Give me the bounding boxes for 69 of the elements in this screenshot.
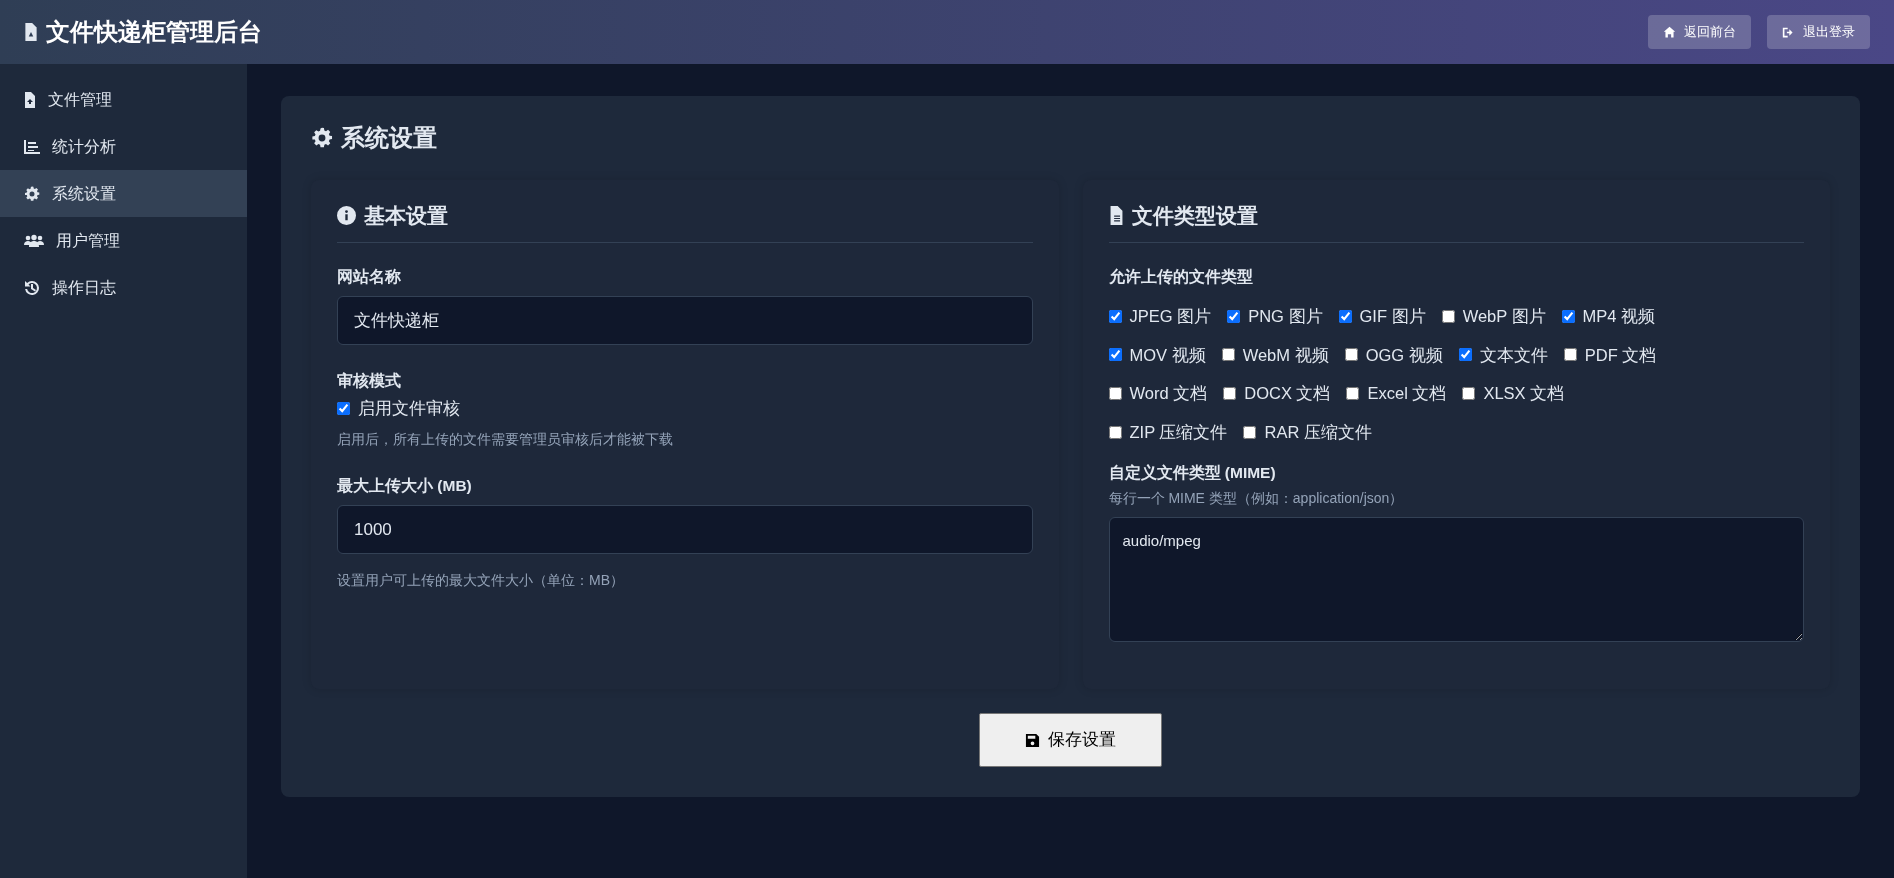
checkbox[interactable] bbox=[1108, 425, 1122, 439]
checkbox[interactable] bbox=[1563, 348, 1577, 362]
checkbox-label: GIF 图片 bbox=[1359, 305, 1426, 327]
checkbox-label: WebM 视频 bbox=[1242, 344, 1329, 366]
section-title: 文件类型设置 bbox=[1131, 203, 1258, 229]
checkbox-label: MP4 视频 bbox=[1582, 305, 1656, 327]
checkbox-label: WebP 图片 bbox=[1462, 305, 1546, 327]
app-title: 文件快递柜管理后台 bbox=[46, 17, 262, 47]
checkbox-label: 启用文件审核 bbox=[358, 398, 460, 419]
checkbox[interactable] bbox=[1223, 387, 1237, 401]
settings-icon bbox=[311, 127, 333, 149]
checkbox[interactable] bbox=[1108, 348, 1122, 362]
checkbox-label: MOV 视频 bbox=[1129, 344, 1206, 366]
page-title: 系统设置 bbox=[341, 123, 437, 153]
checkbox-label: Word 文档 bbox=[1129, 383, 1208, 405]
checkbox-label: Excel 文档 bbox=[1367, 383, 1447, 405]
checkbox[interactable] bbox=[1243, 425, 1257, 439]
mime-types-field[interactable]: audio/mpeg bbox=[1108, 517, 1804, 642]
save-icon bbox=[1025, 732, 1040, 748]
gear-icon bbox=[24, 185, 40, 202]
checkbox[interactable] bbox=[337, 401, 350, 415]
file-upload-icon bbox=[24, 91, 36, 108]
help-text: 每行一个 MIME 类型（例如：application/json） bbox=[1108, 489, 1405, 508]
sidebar-item[interactable]: 系统设置 bbox=[0, 170, 247, 217]
file-icon bbox=[24, 23, 38, 41]
checkbox-label: PNG 图片 bbox=[1248, 305, 1323, 327]
checkbox-label: PDF 文档 bbox=[1584, 344, 1657, 366]
max-size-field[interactable]: 1000 bbox=[337, 505, 1033, 554]
checkbox-label: ZIP 压缩文件 bbox=[1129, 422, 1228, 443]
field-label: 自定义文件类型 (MIME) bbox=[1108, 462, 1277, 483]
site-name-field[interactable]: 文件快递柜 bbox=[337, 295, 1033, 345]
logout-button[interactable]: 退出登录 bbox=[1767, 15, 1870, 49]
home-icon bbox=[1663, 25, 1676, 39]
field-label: 最大上传大小 (MB) bbox=[337, 475, 473, 496]
checkbox-label: DOCX 文档 bbox=[1244, 383, 1331, 405]
home-button[interactable]: 返回前台 bbox=[1648, 15, 1751, 49]
field-label: 允许上传的文件类型 bbox=[1108, 266, 1254, 287]
checkbox[interactable] bbox=[1441, 309, 1455, 323]
save-button[interactable]: 保存设置 bbox=[979, 713, 1162, 767]
users-icon bbox=[24, 233, 44, 248]
checkbox-label: RAR 压缩文件 bbox=[1264, 422, 1372, 443]
sidebar-item[interactable]: 用户管理 bbox=[0, 217, 247, 264]
help-text: 设置用户可上传的最大文件大小（单位：MB） bbox=[337, 571, 625, 590]
checkbox[interactable] bbox=[1458, 348, 1472, 362]
checkbox[interactable] bbox=[1561, 309, 1575, 323]
checkbox[interactable] bbox=[1346, 387, 1360, 401]
field-label: 网站名称 bbox=[337, 266, 402, 287]
checkbox[interactable] bbox=[1462, 387, 1476, 401]
logout-icon bbox=[1782, 25, 1795, 39]
checkbox[interactable] bbox=[1338, 309, 1352, 323]
checkbox-label: JPEG 图片 bbox=[1129, 305, 1212, 327]
checkbox-label: XLSX 文档 bbox=[1483, 383, 1565, 405]
sidebar-item[interactable]: 操作日志 bbox=[0, 264, 247, 311]
document-icon bbox=[1108, 206, 1124, 226]
sidebar-item[interactable]: 统计分析 bbox=[0, 123, 247, 170]
help-text: 启用后，所有上传的文件需要管理员审核后才能被下载 bbox=[337, 429, 674, 449]
checkbox[interactable] bbox=[1108, 309, 1122, 323]
checkbox[interactable] bbox=[1221, 348, 1235, 362]
checkbox[interactable] bbox=[1344, 348, 1358, 362]
section-title: 基本设置 bbox=[364, 203, 448, 229]
info-icon bbox=[337, 206, 356, 226]
history-icon bbox=[24, 279, 40, 296]
checkbox-label: OGG 视频 bbox=[1365, 344, 1443, 366]
sidebar-item[interactable]: 文件管理 bbox=[0, 76, 247, 123]
checkbox[interactable] bbox=[1227, 309, 1241, 323]
checkbox[interactable] bbox=[1108, 387, 1122, 401]
bar-chart-icon bbox=[24, 138, 40, 155]
checkbox-label: 文本文件 bbox=[1479, 344, 1548, 366]
field-label: 审核模式 bbox=[337, 370, 402, 391]
